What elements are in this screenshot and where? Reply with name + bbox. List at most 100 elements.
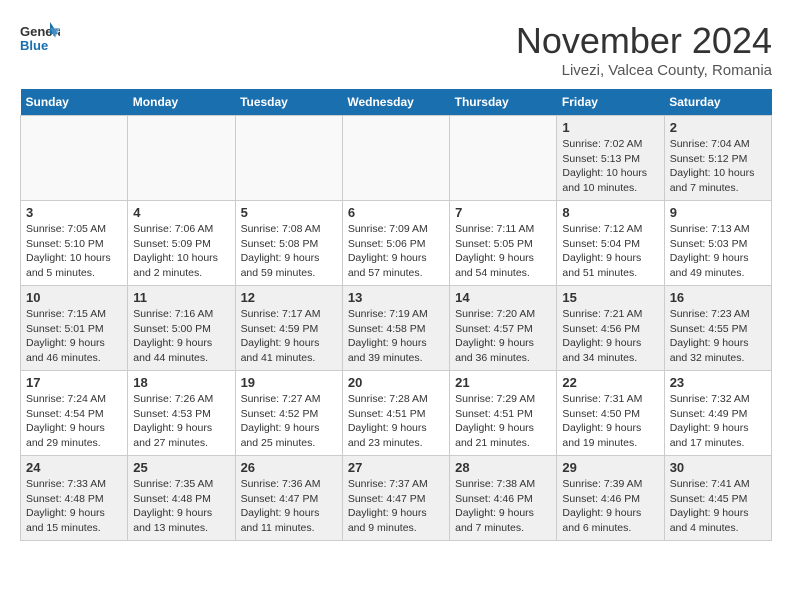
calendar-cell: 5 Sunrise: 7:08 AMSunset: 5:08 PMDaylight… — [235, 201, 342, 286]
calendar-cell: 21Sunrise: 7:29 AMSunset: 4:51 PMDayligh… — [450, 371, 557, 456]
day-number: 6 — [348, 205, 444, 220]
calendar-cell: 3Sunrise: 7:05 AMSunset: 5:10 PMDaylight… — [21, 201, 128, 286]
calendar-cell: 6 Sunrise: 7:09 AMSunset: 5:06 PMDaylight… — [342, 201, 449, 286]
weekday-header-sunday: Sunday — [21, 89, 128, 116]
day-number: 10 — [26, 290, 122, 305]
calendar-cell — [342, 116, 449, 201]
calendar-cell: 7 Sunrise: 7:11 AMSunset: 5:05 PMDaylight… — [450, 201, 557, 286]
day-number: 18 — [133, 375, 229, 390]
calendar-cell: 11 Sunrise: 7:16 AMSunset: 5:00 PMDayligh… — [128, 286, 235, 371]
calendar-cell: 8 Sunrise: 7:12 AMSunset: 5:04 PMDaylight… — [557, 201, 664, 286]
calendar-cell: 28 Sunrise: 7:38 AMSunset: 4:46 PMDayligh… — [450, 456, 557, 541]
day-number: 2 — [670, 120, 766, 135]
day-info: Sunrise: 7:33 AMSunset: 4:48 PMDaylight:… — [26, 477, 122, 536]
day-number: 27 — [348, 460, 444, 475]
day-info: Sunrise: 7:02 AMSunset: 5:13 PMDaylight:… — [562, 137, 658, 196]
day-info: Sunrise: 7:08 AMSunset: 5:08 PMDaylight:… — [241, 222, 337, 281]
day-number: 20 — [348, 375, 444, 390]
calendar-cell: 29Sunrise: 7:39 AMSunset: 4:46 PMDayligh… — [557, 456, 664, 541]
day-info: Sunrise: 7:11 AMSunset: 5:05 PMDaylight:… — [455, 222, 551, 281]
week-row-4: 17 Sunrise: 7:24 AMSunset: 4:54 PMDayligh… — [21, 371, 772, 456]
weekday-header-friday: Friday — [557, 89, 664, 116]
calendar-cell: 9 Sunrise: 7:13 AMSunset: 5:03 PMDaylight… — [664, 201, 771, 286]
calendar-cell: 30 Sunrise: 7:41 AMSunset: 4:45 PMDayligh… — [664, 456, 771, 541]
calendar-cell: 2Sunrise: 7:04 AMSunset: 5:12 PMDaylight… — [664, 116, 771, 201]
day-info: Sunrise: 7:26 AMSunset: 4:53 PMDaylight:… — [133, 392, 229, 451]
day-number: 17 — [26, 375, 122, 390]
calendar-cell: 14Sunrise: 7:20 AMSunset: 4:57 PMDayligh… — [450, 286, 557, 371]
day-number: 25 — [133, 460, 229, 475]
calendar-cell — [21, 116, 128, 201]
title-section: November 2024 Livezi, Valcea County, Rom… — [516, 20, 772, 79]
day-number: 14 — [455, 290, 551, 305]
day-number: 28 — [455, 460, 551, 475]
month-title: November 2024 — [516, 20, 772, 62]
day-number: 1 — [562, 120, 658, 135]
day-info: Sunrise: 7:36 AMSunset: 4:47 PMDaylight:… — [241, 477, 337, 536]
calendar-cell: 13Sunrise: 7:19 AMSunset: 4:58 PMDayligh… — [342, 286, 449, 371]
week-row-3: 10 Sunrise: 7:15 AMSunset: 5:01 PMDayligh… — [21, 286, 772, 371]
calendar-cell: 1 Sunrise: 7:02 AMSunset: 5:13 PMDaylight… — [557, 116, 664, 201]
day-info: Sunrise: 7:27 AMSunset: 4:52 PMDaylight:… — [241, 392, 337, 451]
weekday-header-monday: Monday — [128, 89, 235, 116]
day-info: Sunrise: 7:41 AMSunset: 4:45 PMDaylight:… — [670, 477, 766, 536]
day-number: 7 — [455, 205, 551, 220]
calendar-cell: 17 Sunrise: 7:24 AMSunset: 4:54 PMDayligh… — [21, 371, 128, 456]
calendar-cell — [450, 116, 557, 201]
week-row-2: 3Sunrise: 7:05 AMSunset: 5:10 PMDaylight… — [21, 201, 772, 286]
calendar-cell: 12 Sunrise: 7:17 AMSunset: 4:59 PMDayligh… — [235, 286, 342, 371]
weekday-header-wednesday: Wednesday — [342, 89, 449, 116]
calendar-cell: 16 Sunrise: 7:23 AMSunset: 4:55 PMDayligh… — [664, 286, 771, 371]
day-number: 24 — [26, 460, 122, 475]
day-info: Sunrise: 7:13 AMSunset: 5:03 PMDaylight:… — [670, 222, 766, 281]
logo: General Blue — [20, 20, 60, 56]
day-number: 22 — [562, 375, 658, 390]
calendar-cell: 10 Sunrise: 7:15 AMSunset: 5:01 PMDayligh… — [21, 286, 128, 371]
day-info: Sunrise: 7:05 AMSunset: 5:10 PMDaylight:… — [26, 222, 122, 281]
calendar-cell: 23Sunrise: 7:32 AMSunset: 4:49 PMDayligh… — [664, 371, 771, 456]
day-number: 8 — [562, 205, 658, 220]
day-info: Sunrise: 7:24 AMSunset: 4:54 PMDaylight:… — [26, 392, 122, 451]
day-number: 9 — [670, 205, 766, 220]
weekday-header-row: SundayMondayTuesdayWednesdayThursdayFrid… — [21, 89, 772, 116]
calendar-cell — [128, 116, 235, 201]
calendar-cell: 19 Sunrise: 7:27 AMSunset: 4:52 PMDayligh… — [235, 371, 342, 456]
calendar-cell: 27 Sunrise: 7:37 AMSunset: 4:47 PMDayligh… — [342, 456, 449, 541]
weekday-header-tuesday: Tuesday — [235, 89, 342, 116]
calendar-cell: 4Sunrise: 7:06 AMSunset: 5:09 PMDaylight… — [128, 201, 235, 286]
logo-icon: General Blue — [20, 20, 60, 56]
day-info: Sunrise: 7:31 AMSunset: 4:50 PMDaylight:… — [562, 392, 658, 451]
day-info: Sunrise: 7:37 AMSunset: 4:47 PMDaylight:… — [348, 477, 444, 536]
day-info: Sunrise: 7:16 AMSunset: 5:00 PMDaylight:… — [133, 307, 229, 366]
calendar-cell: 22 Sunrise: 7:31 AMSunset: 4:50 PMDayligh… — [557, 371, 664, 456]
weekday-header-thursday: Thursday — [450, 89, 557, 116]
calendar-cell: 15Sunrise: 7:21 AMSunset: 4:56 PMDayligh… — [557, 286, 664, 371]
calendar-cell: 20 Sunrise: 7:28 AMSunset: 4:51 PMDayligh… — [342, 371, 449, 456]
calendar-cell: 18 Sunrise: 7:26 AMSunset: 4:53 PMDayligh… — [128, 371, 235, 456]
day-number: 5 — [241, 205, 337, 220]
svg-text:Blue: Blue — [20, 38, 48, 53]
day-number: 16 — [670, 290, 766, 305]
week-row-5: 24 Sunrise: 7:33 AMSunset: 4:48 PMDayligh… — [21, 456, 772, 541]
day-info: Sunrise: 7:38 AMSunset: 4:46 PMDaylight:… — [455, 477, 551, 536]
page-header: General Blue November 2024 Livezi, Valce… — [20, 20, 772, 79]
day-number: 26 — [241, 460, 337, 475]
day-number: 12 — [241, 290, 337, 305]
location-subtitle: Livezi, Valcea County, Romania — [516, 62, 772, 79]
day-info: Sunrise: 7:17 AMSunset: 4:59 PMDaylight:… — [241, 307, 337, 366]
day-info: Sunrise: 7:28 AMSunset: 4:51 PMDaylight:… — [348, 392, 444, 451]
day-number: 11 — [133, 290, 229, 305]
day-info: Sunrise: 7:12 AMSunset: 5:04 PMDaylight:… — [562, 222, 658, 281]
day-info: Sunrise: 7:35 AMSunset: 4:48 PMDaylight:… — [133, 477, 229, 536]
week-row-1: 1 Sunrise: 7:02 AMSunset: 5:13 PMDaylight… — [21, 116, 772, 201]
calendar-cell — [235, 116, 342, 201]
day-info: Sunrise: 7:23 AMSunset: 4:55 PMDaylight:… — [670, 307, 766, 366]
day-info: Sunrise: 7:21 AMSunset: 4:56 PMDaylight:… — [562, 307, 658, 366]
day-info: Sunrise: 7:09 AMSunset: 5:06 PMDaylight:… — [348, 222, 444, 281]
day-number: 30 — [670, 460, 766, 475]
day-info: Sunrise: 7:32 AMSunset: 4:49 PMDaylight:… — [670, 392, 766, 451]
calendar-table: SundayMondayTuesdayWednesdayThursdayFrid… — [20, 89, 772, 541]
day-number: 19 — [241, 375, 337, 390]
day-number: 29 — [562, 460, 658, 475]
day-info: Sunrise: 7:15 AMSunset: 5:01 PMDaylight:… — [26, 307, 122, 366]
